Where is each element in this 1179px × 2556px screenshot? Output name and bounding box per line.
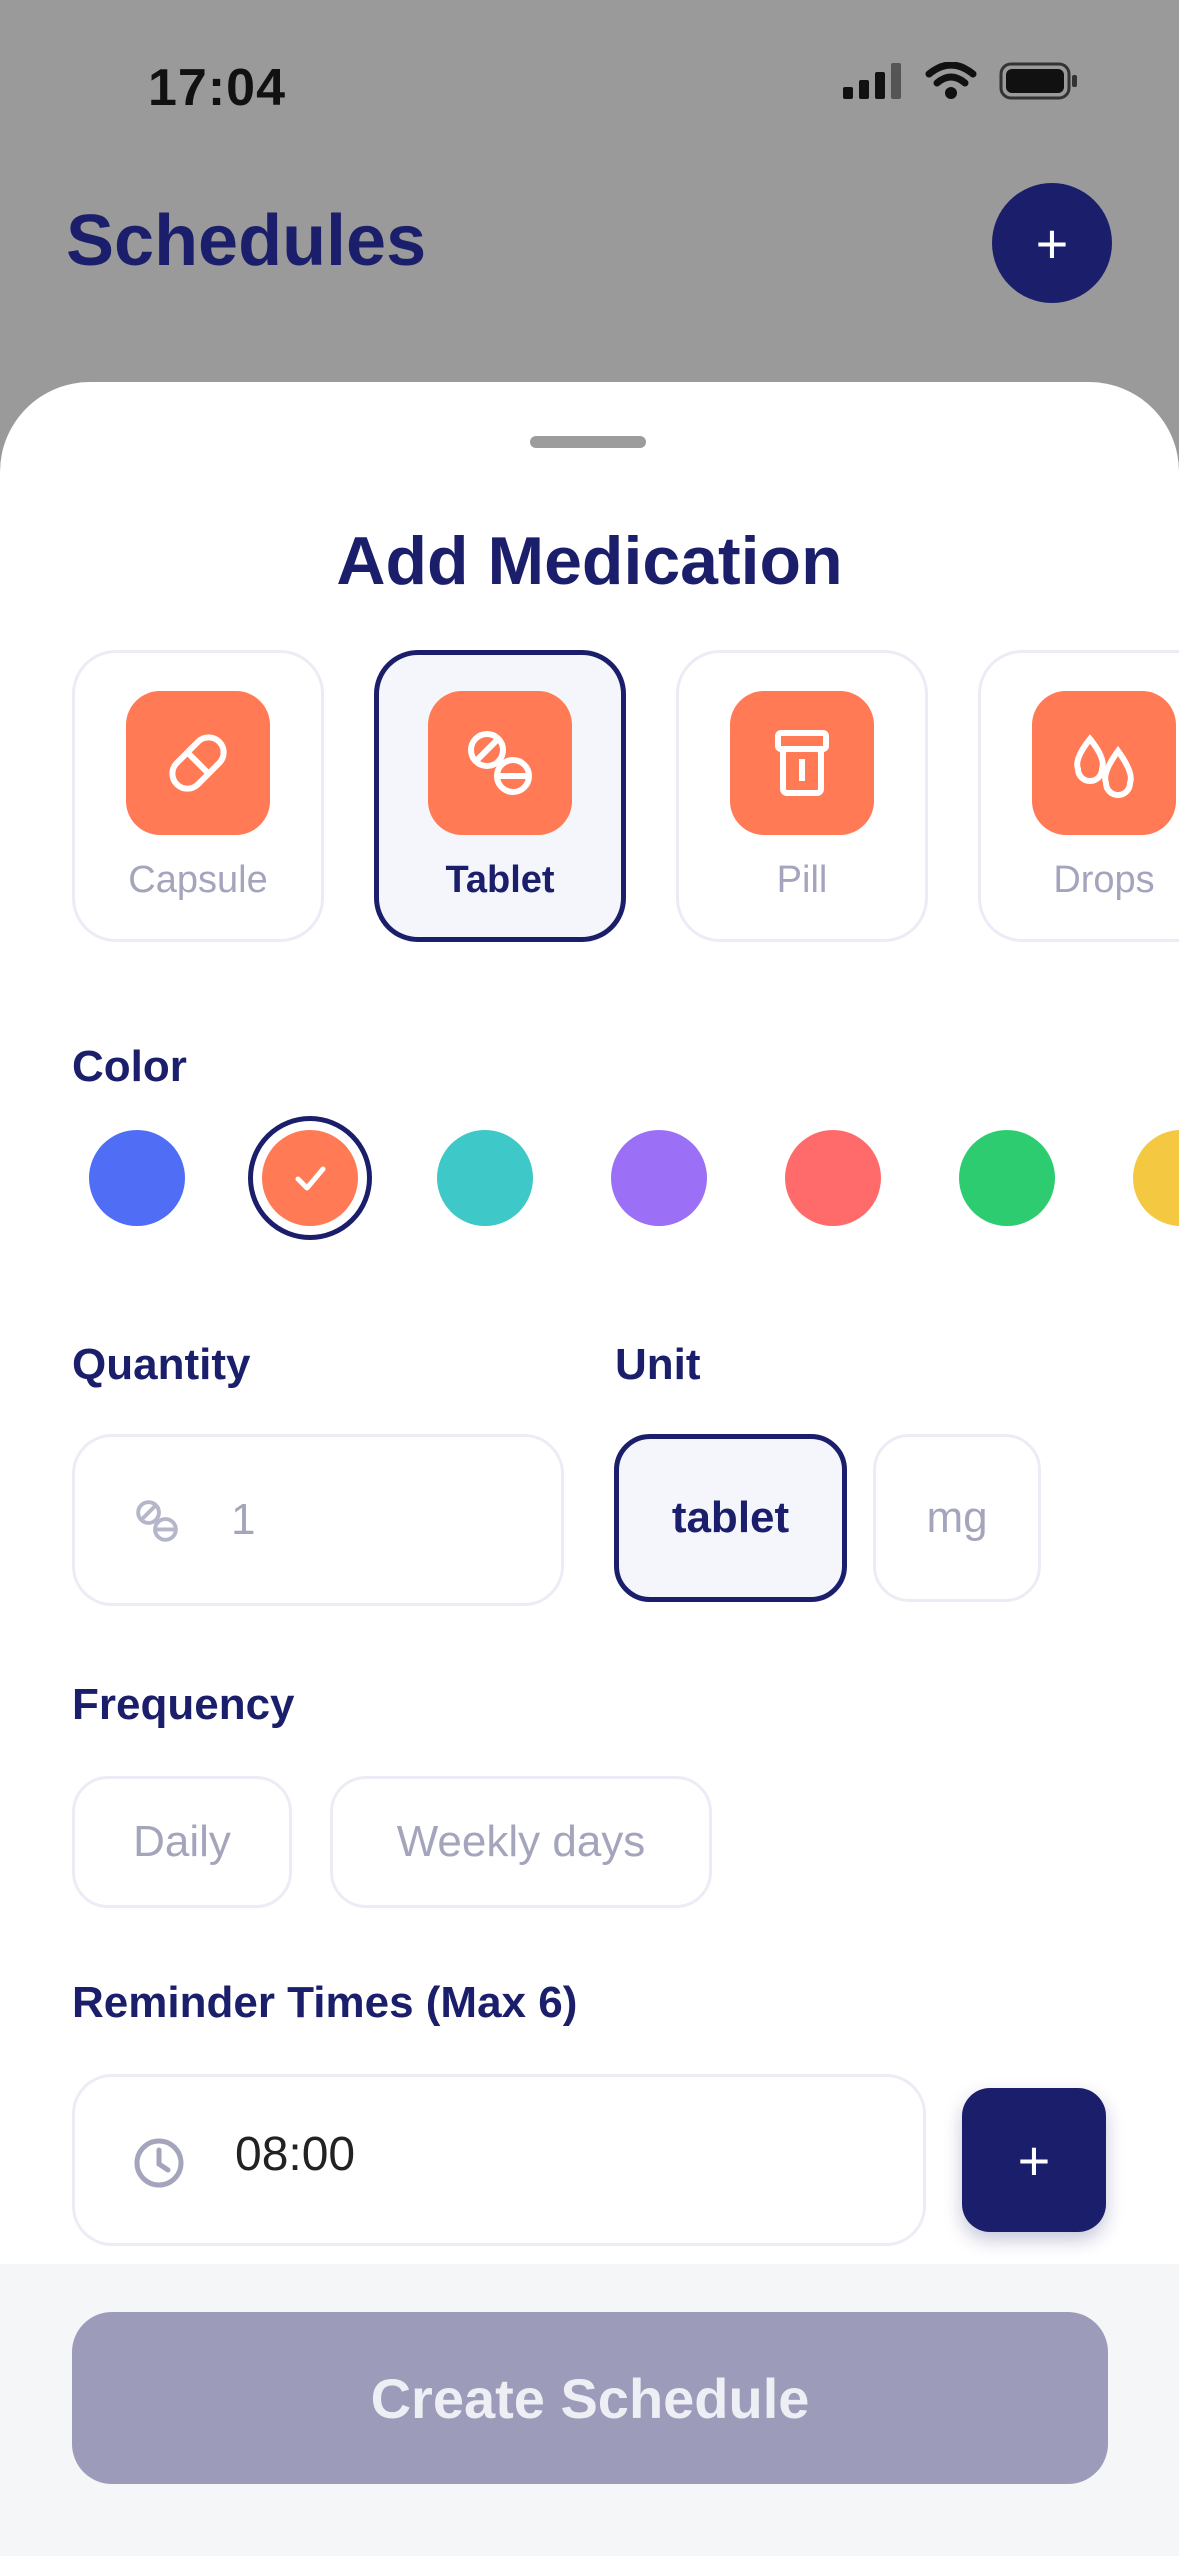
reminder-times-label: Reminder Times (Max 6)	[72, 1978, 578, 2027]
type-label: Pill	[776, 859, 828, 901]
reminder-time-input[interactable]: 08:00	[72, 2074, 926, 2246]
sheet-footer: Create Schedule	[0, 2264, 1179, 2556]
color-swatch-yellow[interactable]	[1133, 1130, 1179, 1226]
frequency-option-daily[interactable]: Daily	[72, 1776, 292, 1908]
unit-option-tablet[interactable]: tablet	[614, 1434, 847, 1602]
sheet-grabber[interactable]	[530, 436, 646, 448]
create-schedule-button[interactable]: Create Schedule	[72, 2312, 1108, 2484]
quantity-value: 1	[231, 1495, 256, 1544]
reminder-time-value: 08:00	[235, 2128, 356, 2181]
frequency-option-weekly[interactable]: Weekly days	[330, 1776, 712, 1908]
add-reminder-button[interactable]: +	[962, 2088, 1106, 2232]
medication-type-list: Capsule Tablet Pill Drops	[72, 648, 1179, 948]
drops-icon	[1032, 691, 1176, 835]
color-swatches	[0, 1116, 1179, 1270]
type-option-drops[interactable]: Drops	[978, 650, 1179, 942]
color-label: Color	[72, 1042, 187, 1091]
color-swatch-purple[interactable]	[611, 1130, 707, 1226]
type-label: Capsule	[128, 859, 268, 901]
type-option-pill[interactable]: Pill	[676, 650, 928, 942]
type-label: Tablet	[445, 859, 555, 901]
status-bar: 17:04	[0, 0, 1179, 170]
capsule-icon	[126, 691, 270, 835]
type-label: Drops	[1053, 859, 1155, 901]
add-schedule-button[interactable]: +	[992, 183, 1112, 303]
tablet-icon	[428, 691, 572, 835]
check-icon	[295, 1166, 326, 1191]
signal-icon	[843, 63, 901, 99]
tablet-icon	[131, 1495, 183, 1552]
color-swatch-teal[interactable]	[437, 1130, 533, 1226]
page-title: Schedules	[66, 201, 427, 281]
status-time: 17:04	[148, 59, 286, 117]
unit-option-mg[interactable]: mg	[873, 1434, 1041, 1602]
color-swatch-red[interactable]	[785, 1130, 881, 1226]
quantity-input[interactable]: 1	[72, 1434, 564, 1606]
battery-icon	[999, 62, 1077, 100]
sheet-title: Add Medication	[336, 523, 843, 599]
add-medication-sheet: Add Medication Capsule Tablet Pill Drops	[0, 382, 1179, 2556]
color-swatch-orange[interactable]	[262, 1130, 358, 1226]
color-swatch-green[interactable]	[959, 1130, 1055, 1226]
pill-bottle-icon	[730, 691, 874, 835]
clock-icon	[131, 2135, 187, 2196]
frequency-label: Frequency	[72, 1680, 295, 1729]
type-option-tablet[interactable]: Tablet	[374, 650, 626, 942]
status-icons	[843, 62, 1079, 100]
type-option-capsule[interactable]: Capsule	[72, 650, 324, 942]
color-swatch-blue[interactable]	[89, 1130, 185, 1226]
unit-label: Unit	[615, 1340, 701, 1389]
quantity-label: Quantity	[72, 1340, 251, 1389]
wifi-icon	[925, 62, 977, 99]
